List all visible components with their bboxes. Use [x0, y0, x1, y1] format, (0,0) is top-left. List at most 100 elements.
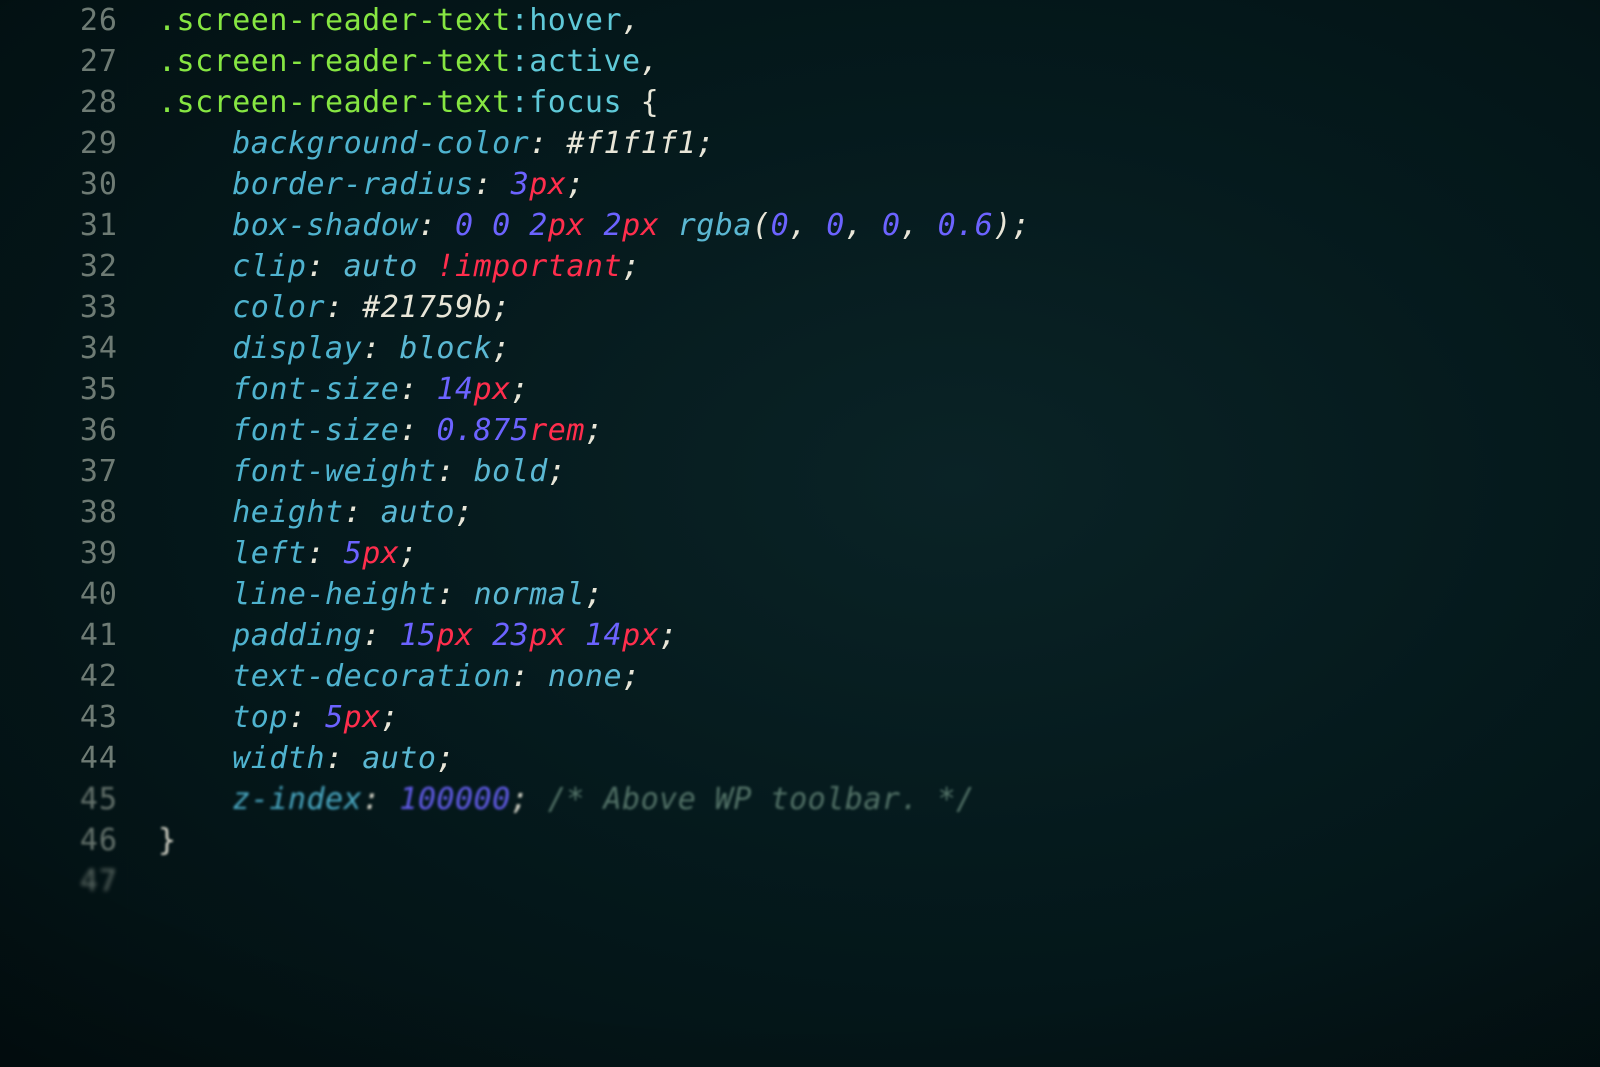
token-sp — [808, 205, 827, 246]
code-content[interactable]: padding: 15px 23px 14px; — [158, 615, 678, 656]
token-semi: ; — [455, 495, 474, 530]
code-content[interactable]: .screen-reader-text:active, — [158, 41, 659, 82]
code-content[interactable]: .screen-reader-text:hover, — [158, 0, 641, 41]
code-content[interactable]: top: 5px; — [158, 697, 399, 738]
code-content[interactable]: font-size: 0.875rem; — [158, 410, 604, 451]
code-content[interactable]: box-shadow: 0 0 2px 2px rgba(0, 0, 0, 0.… — [158, 205, 1030, 246]
code-line[interactable]: 38 height: auto; — [0, 492, 1030, 533]
line-number: 41 — [0, 615, 158, 656]
token-paren: ( — [752, 208, 771, 243]
code-line[interactable]: 45 z-index: 100000; /* Above WP toolbar.… — [0, 779, 1030, 820]
line-number: 38 — [0, 492, 158, 533]
code-line[interactable]: 35 font-size: 14px; — [0, 369, 1030, 410]
code-line[interactable]: 42 text-decoration: none; — [0, 656, 1030, 697]
line-number: 35 — [0, 369, 158, 410]
token-sel: .screen-reader-text — [158, 85, 511, 120]
code-line[interactable]: 36 font-size: 0.875rem; — [0, 410, 1030, 451]
token-kw: auto — [381, 495, 455, 530]
code-line[interactable]: 43 top: 5px; — [0, 697, 1030, 738]
code-line[interactable]: 39 left: 5px; — [0, 533, 1030, 574]
token-sp — [566, 615, 585, 656]
line-number: 36 — [0, 410, 158, 451]
token-brace: { — [641, 85, 660, 120]
code-line[interactable]: 27.screen-reader-text:active, — [0, 41, 1030, 82]
token-func: rgba — [678, 208, 752, 243]
token-sel: .screen-reader-text — [158, 3, 511, 38]
token-sp — [585, 205, 604, 246]
token-prop: line-height — [232, 577, 436, 612]
code-line[interactable]: 29 background-color: #f1f1f1; — [0, 123, 1030, 164]
token-kw: bold — [474, 454, 548, 489]
code-content[interactable]: height: auto; — [158, 492, 474, 533]
token-num: 100000 — [399, 782, 510, 817]
code-line[interactable]: 28.screen-reader-text:focus { — [0, 82, 1030, 123]
token-sp — [344, 287, 363, 328]
code-content[interactable]: } — [158, 820, 177, 861]
code-line[interactable]: 26.screen-reader-text:hover, — [0, 0, 1030, 41]
code-content[interactable]: clip: auto !important; — [158, 246, 641, 287]
token-colon: : — [288, 700, 307, 735]
line-number: 32 — [0, 246, 158, 287]
token-brace: } — [158, 823, 177, 858]
token-sp — [659, 205, 678, 246]
line-number: 46 — [0, 820, 158, 861]
code-line[interactable]: 32 clip: auto !important; — [0, 246, 1030, 287]
token-hexv: #f1f1f1 — [566, 126, 696, 161]
code-content[interactable]: z-index: 100000; /* Above WP toolbar. */ — [158, 779, 975, 820]
token-semi: ; — [585, 413, 604, 448]
code-line[interactable]: 40 line-height: normal; — [0, 574, 1030, 615]
token-sp — [362, 492, 381, 533]
line-number: 37 — [0, 451, 158, 492]
token-sel: .screen-reader-text — [158, 44, 511, 79]
code-line[interactable]: 33 color: #21759b; — [0, 287, 1030, 328]
token-prop: width — [232, 741, 325, 776]
token-num: 0 — [455, 208, 474, 243]
code-editor[interactable]: 26.screen-reader-text:hover,27.screen-re… — [0, 0, 1030, 902]
token-kw: auto — [362, 741, 436, 776]
token-comma: , — [789, 208, 808, 243]
token-prop: display — [232, 331, 362, 366]
code-content[interactable]: width: auto; — [158, 738, 455, 779]
code-line[interactable]: 47 — [0, 861, 1030, 902]
token-colon: : — [362, 782, 381, 817]
code-content[interactable]: font-weight: bold; — [158, 451, 566, 492]
token-num: 3 — [511, 167, 530, 202]
token-semi: ; — [585, 577, 604, 612]
token-colon: : — [399, 372, 418, 407]
code-line[interactable]: 41 padding: 15px 23px 14px; — [0, 615, 1030, 656]
token-unit: px — [529, 167, 566, 202]
token-unit: px — [622, 208, 659, 243]
token-prop: text-decoration — [232, 659, 510, 694]
token-sp — [325, 246, 344, 287]
code-content[interactable]: text-decoration: none; — [158, 656, 641, 697]
code-line[interactable]: 30 border-radius: 3px; — [0, 164, 1030, 205]
token-colon: : — [436, 454, 455, 489]
token-kw: none — [548, 659, 622, 694]
code-line[interactable]: 37 font-weight: bold; — [0, 451, 1030, 492]
token-colon: : — [362, 331, 381, 366]
token-comma: , — [622, 3, 641, 38]
token-prop: box-shadow — [232, 208, 418, 243]
code-content[interactable]: background-color: #f1f1f1; — [158, 123, 715, 164]
token-semi: ; — [566, 167, 585, 202]
token-prop: top — [232, 700, 288, 735]
token-semi: ; — [399, 536, 418, 571]
code-line[interactable]: 46} — [0, 820, 1030, 861]
code-content[interactable]: border-radius: 3px; — [158, 164, 585, 205]
line-number: 43 — [0, 697, 158, 738]
code-content[interactable]: left: 5px; — [158, 533, 418, 574]
code-content[interactable]: font-size: 14px; — [158, 369, 529, 410]
token-sp — [529, 779, 548, 820]
code-content[interactable]: color: #21759b; — [158, 287, 511, 328]
code-content[interactable]: line-height: normal; — [158, 574, 604, 615]
code-line[interactable]: 44 width: auto; — [0, 738, 1030, 779]
code-line[interactable]: 31 box-shadow: 0 0 2px 2px rgba(0, 0, 0,… — [0, 205, 1030, 246]
code-content[interactable]: display: block; — [158, 328, 511, 369]
code-line[interactable]: 34 display: block; — [0, 328, 1030, 369]
token-sp — [492, 164, 511, 205]
token-sp — [381, 328, 400, 369]
code-content[interactable]: .screen-reader-text:focus { — [158, 82, 659, 123]
token-prop: border-radius — [232, 167, 473, 202]
token-semi: ; — [659, 618, 678, 653]
token-unit: px — [474, 372, 511, 407]
